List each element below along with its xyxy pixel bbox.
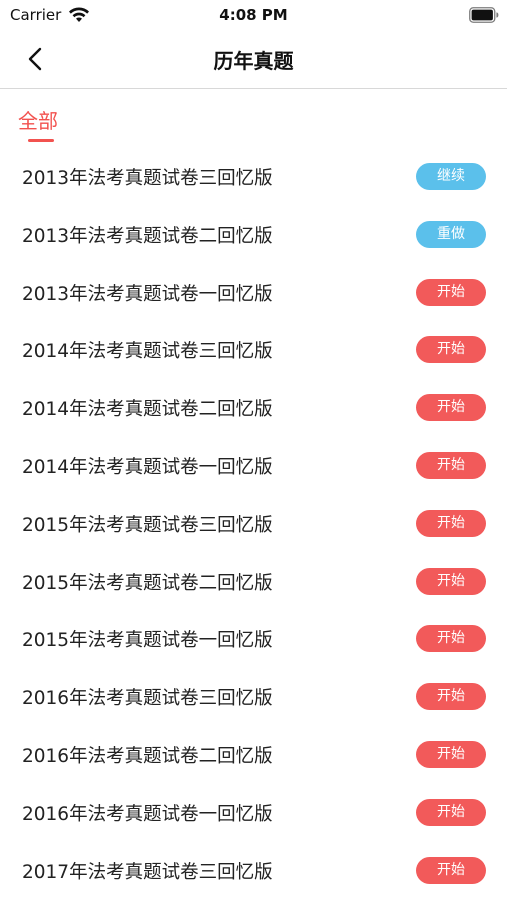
list-item[interactable]: 2015年法考真题试卷一回忆版 开始 [0,612,507,670]
list-item[interactable]: 2016年法考真题试卷一回忆版 开始 [0,786,507,844]
nav-bar: 历年真题 [0,30,507,89]
list-item[interactable]: 2016年法考真题试卷二回忆版 开始 [0,728,507,786]
exam-action-button[interactable]: 开始 [416,625,486,653]
battery-icon [469,7,499,23]
tab-all[interactable]: 全部 [18,105,58,134]
exam-action-button[interactable]: 开始 [416,856,486,884]
exam-action-button[interactable]: 开始 [416,567,486,595]
exam-title: 2015年法考真题试卷二回忆版 [22,572,273,594]
page-title: 历年真题 [213,49,294,73]
exam-title: 2015年法考真题试卷一回忆版 [22,630,273,652]
list-item[interactable]: 2015年法考真题试卷二回忆版 开始 [0,555,507,613]
status-time: 4:08 PM [219,6,288,24]
list-item[interactable]: 2017年法考真题试卷三回忆版 开始 [0,844,507,901]
list-item[interactable]: 2014年法考真题试卷三回忆版 开始 [0,323,507,381]
exam-title: 2016年法考真题试卷一回忆版 [22,803,273,825]
list-item[interactable]: 2013年法考真题试卷二回忆版 重做 [0,208,507,266]
list-item[interactable]: 2013年法考真题试卷一回忆版 开始 [0,266,507,324]
exam-list: 2013年法考真题试卷三回忆版 继续 2013年法考真题试卷二回忆版 重做 2013年法… [0,150,507,901]
exam-title: 2017年法考真题试卷三回忆版 [22,861,273,883]
exam-action-button[interactable]: 开始 [416,451,486,479]
list-item[interactable]: 2014年法考真题试卷一回忆版 开始 [0,439,507,497]
exam-action-button[interactable]: 开始 [416,683,486,711]
exam-action-button[interactable]: 开始 [416,740,486,768]
list-item[interactable]: 2015年法考真题试卷三回忆版 开始 [0,497,507,555]
tab-active-indicator [28,139,54,142]
exam-title: 2016年法考真题试卷三回忆版 [22,688,273,710]
tab-bar: 全部 [0,89,507,145]
exam-title: 2016年法考真题试卷二回忆版 [22,745,273,767]
list-item[interactable]: 2016年法考真题试卷三回忆版 开始 [0,670,507,728]
exam-action-button[interactable]: 开始 [416,278,486,306]
exam-action-button[interactable]: 重做 [416,220,486,248]
exam-title: 2014年法考真题试卷一回忆版 [22,456,273,478]
exam-title: 2013年法考真题试卷二回忆版 [22,225,273,247]
exam-title: 2014年法考真题试卷二回忆版 [22,399,273,421]
list-item[interactable]: 2014年法考真题试卷二回忆版 开始 [0,381,507,439]
exam-title: 2013年法考真题试卷一回忆版 [22,283,273,305]
list-item[interactable]: 2013年法考真题试卷三回忆版 继续 [0,150,507,208]
exam-title: 2013年法考真题试卷三回忆版 [22,168,273,189]
status-bar: Carrier 4:08 PM [0,0,507,30]
exam-title: 2014年法考真题试卷三回忆版 [22,341,273,363]
exam-action-button[interactable]: 开始 [416,394,486,422]
exam-action-button[interactable]: 继续 [416,163,486,190]
exam-action-button[interactable]: 开始 [416,336,486,364]
exam-action-button[interactable]: 开始 [416,798,486,826]
exam-action-button[interactable]: 开始 [416,509,486,537]
exam-title: 2015年法考真题试卷三回忆版 [22,514,273,536]
